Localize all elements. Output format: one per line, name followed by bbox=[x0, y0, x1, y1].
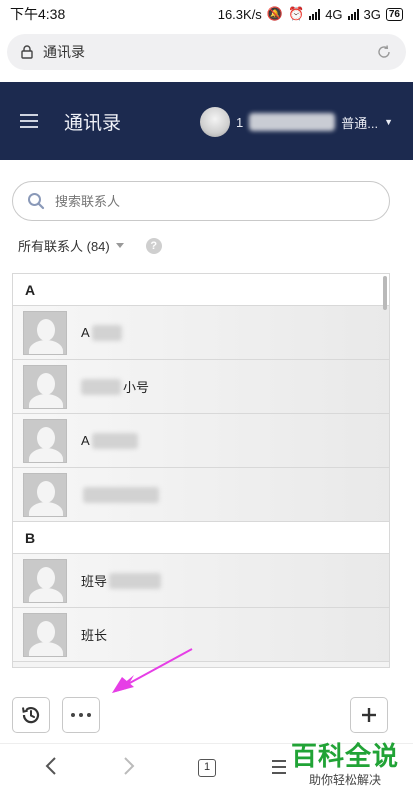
more-dots-icon bbox=[71, 713, 91, 717]
mute-icon: 🔕 bbox=[266, 6, 283, 21]
group-header-a: A bbox=[13, 274, 389, 306]
annotation-arrow-icon bbox=[112, 648, 193, 693]
contact-name: 小号 bbox=[81, 377, 149, 396]
group-header-b: B bbox=[13, 522, 389, 554]
status-time: 下午4:38 bbox=[10, 6, 66, 22]
list-scrollbar[interactable] bbox=[383, 276, 387, 310]
plus-icon bbox=[362, 708, 376, 722]
lock-icon bbox=[21, 45, 33, 59]
contact-name: 班长 bbox=[81, 628, 108, 643]
history-icon bbox=[22, 707, 40, 724]
status-bar: 下午4:38 16.3K/s 🔕 ⏰ 4G 3G 76 bbox=[0, 0, 413, 28]
more-button[interactable] bbox=[62, 697, 100, 733]
forward-icon[interactable] bbox=[122, 756, 136, 781]
battery-icon: 76 bbox=[385, 7, 403, 21]
contact-row[interactable]: A bbox=[13, 414, 389, 468]
contact-row[interactable] bbox=[13, 468, 389, 522]
avatar bbox=[200, 107, 230, 137]
contact-avatar bbox=[23, 472, 67, 517]
contact-avatar bbox=[23, 310, 67, 355]
contact-avatar bbox=[23, 364, 67, 409]
reload-icon[interactable] bbox=[376, 44, 392, 60]
watermark-title: 百科全说 bbox=[290, 742, 399, 772]
contact-name: A bbox=[81, 324, 122, 341]
filter-label: 所有联系人 (84) bbox=[18, 239, 110, 254]
caret-down-icon bbox=[115, 243, 124, 248]
contact-row[interactable]: A bbox=[13, 306, 389, 360]
page-title: 通讯录 bbox=[64, 112, 122, 134]
tabs-button[interactable]: 1 bbox=[198, 759, 216, 777]
user-role: 普通... bbox=[341, 115, 379, 131]
browser-toolbar: 通讯录 bbox=[0, 28, 413, 80]
contact-name bbox=[81, 486, 159, 503]
redacted-text bbox=[109, 572, 162, 589]
redacted-text bbox=[91, 432, 138, 449]
search-icon bbox=[28, 193, 45, 210]
chevron-down-icon: ▼ bbox=[384, 117, 393, 127]
network-type-2: 3G bbox=[363, 6, 381, 22]
history-button[interactable] bbox=[12, 697, 50, 733]
status-icons: 16.3K/s 🔕 ⏰ 4G 3G 76 bbox=[218, 6, 403, 22]
app-header: 通讯录 1 普通... ▼ bbox=[0, 82, 413, 160]
contact-name: 班导 bbox=[81, 571, 162, 590]
contact-avatar bbox=[23, 612, 67, 657]
signal-icon-2 bbox=[347, 8, 359, 20]
network-type-1: 4G bbox=[325, 6, 343, 22]
contact-avatar bbox=[23, 558, 67, 603]
help-icon[interactable]: ? bbox=[145, 237, 162, 254]
redacted-text bbox=[81, 378, 121, 395]
add-contact-button[interactable] bbox=[350, 697, 388, 733]
alarm-icon: ⏰ bbox=[288, 6, 305, 21]
user-menu[interactable]: 1 普通... ▼ bbox=[200, 107, 393, 137]
redacted-text bbox=[83, 486, 159, 503]
contact-list[interactable]: A A 小号 A B 班导 班长 bbox=[12, 273, 390, 668]
contact-row[interactable]: 班导 bbox=[13, 554, 389, 608]
contact-name: A bbox=[81, 432, 138, 449]
signal-icon bbox=[309, 8, 321, 20]
network-speed: 16.3K/s bbox=[217, 6, 262, 22]
search-box[interactable] bbox=[12, 181, 390, 221]
redacted-name bbox=[249, 113, 336, 131]
user-name-prefix: 1 bbox=[236, 114, 244, 130]
redacted-text bbox=[91, 324, 122, 341]
contact-row[interactable]: 小号 bbox=[13, 360, 389, 414]
search-input[interactable] bbox=[55, 193, 335, 209]
menu-lines-icon[interactable] bbox=[272, 758, 286, 781]
contact-filter[interactable]: 所有联系人 (84) ? bbox=[18, 236, 162, 255]
contact-avatar bbox=[23, 418, 67, 463]
watermark-subtitle: 助你轻松解决 bbox=[308, 773, 381, 787]
address-bar[interactable]: 通讯录 bbox=[7, 34, 406, 70]
menu-icon[interactable] bbox=[20, 110, 38, 132]
page-title-in-url: 通讯录 bbox=[43, 44, 85, 60]
contact-row[interactable]: 班长 bbox=[13, 608, 389, 662]
watermark-logo: 百科全说 助你轻松解决 bbox=[291, 736, 399, 788]
back-icon[interactable] bbox=[44, 756, 58, 781]
